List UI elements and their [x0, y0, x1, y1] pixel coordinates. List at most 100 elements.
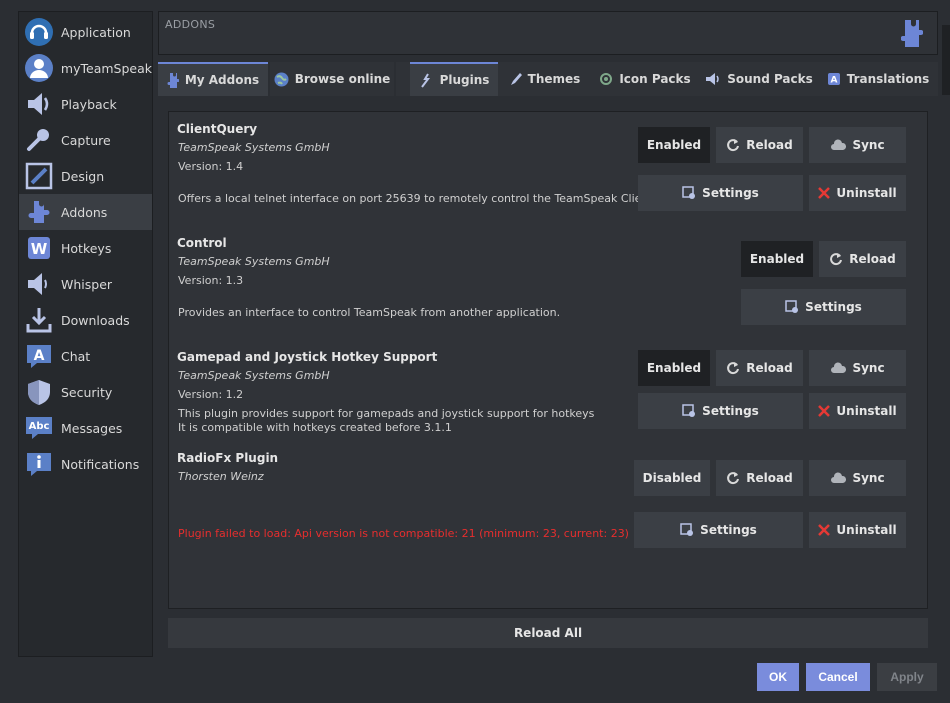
- sidebar-item-label: myTeamSpeak: [60, 60, 152, 76]
- plugin-name: Control: [177, 236, 227, 250]
- cloud-icon: [831, 472, 847, 483]
- sync-button[interactable]: Sync: [809, 350, 906, 386]
- tab-label: My Addons: [184, 73, 260, 87]
- settings-button[interactable]: Settings: [638, 393, 803, 429]
- plugin-icon: [420, 72, 430, 88]
- reload-all-button[interactable]: Reload All: [168, 618, 928, 648]
- close-icon: [818, 405, 831, 417]
- reload-icon: [830, 253, 843, 266]
- sidebar-item-chat[interactable]: A Chat: [19, 338, 152, 374]
- tab-label: Translations: [846, 72, 930, 86]
- icon-pack-icon: [600, 73, 613, 85]
- sidebar: Application myTeamSpeak Playback Capture…: [18, 11, 153, 657]
- uninstall-button[interactable]: Uninstall: [809, 393, 906, 429]
- disabled-toggle[interactable]: Disabled: [634, 460, 710, 496]
- reload-button[interactable]: Reload: [716, 127, 803, 163]
- sidebar-item-addons[interactable]: Addons: [19, 194, 152, 230]
- reload-button[interactable]: Reload: [716, 350, 803, 386]
- sidebar-item-security[interactable]: Security: [19, 374, 152, 410]
- plugin-author: Thorsten Weinz: [178, 470, 264, 483]
- uninstall-button[interactable]: Uninstall: [809, 175, 906, 211]
- plugin-version: Version: 1.2: [178, 388, 244, 401]
- scrollbar[interactable]: [942, 25, 950, 95]
- reload-icon: [727, 472, 740, 485]
- sound-pack-icon: [706, 73, 719, 85]
- reload-button[interactable]: Reload: [716, 460, 803, 496]
- settings-button[interactable]: Settings: [638, 175, 803, 211]
- ok-button[interactable]: OK: [757, 663, 799, 691]
- headset-icon: [21, 14, 57, 50]
- download-icon: [21, 302, 57, 338]
- sidebar-item-label: Addons: [61, 204, 108, 220]
- sidebar-item-label: Capture: [61, 132, 111, 148]
- sync-button[interactable]: Sync: [809, 460, 906, 496]
- sidebar-item-label: Playback: [61, 96, 117, 112]
- plugin-description: This plugin provides support for gamepad…: [178, 407, 595, 420]
- sidebar-item-label: Hotkeys: [61, 240, 112, 256]
- tab-my-addons[interactable]: My Addons: [158, 62, 268, 96]
- plugin-description: Provides an interface to control TeamSpe…: [178, 306, 561, 319]
- page-header: ADDONS: [158, 11, 938, 55]
- puzzle-icon: [21, 194, 57, 230]
- sidebar-item-label: Downloads: [61, 312, 130, 328]
- info-icon: [21, 446, 57, 482]
- settings-button[interactable]: Settings: [741, 289, 906, 325]
- settings-icon: [785, 300, 799, 313]
- shield-icon: [21, 374, 57, 410]
- plugin-name: Gamepad and Joystick Hotkey Support: [177, 350, 438, 364]
- tab-sound-packs[interactable]: Sound Packs: [700, 62, 818, 96]
- sidebar-item-myteamspeak[interactable]: myTeamSpeak: [19, 50, 152, 86]
- plugin-author: TeamSpeak Systems GmbH: [178, 141, 330, 154]
- puzzle-icon: [900, 18, 924, 53]
- tab-label: Sound Packs: [727, 72, 813, 86]
- messages-icon: Abc: [21, 410, 57, 446]
- cloud-icon: [831, 362, 847, 373]
- enabled-toggle[interactable]: Enabled: [638, 127, 710, 163]
- tab-icon-packs[interactable]: Icon Packs: [590, 62, 700, 96]
- plugin-version: Version: 1.3: [178, 274, 244, 287]
- tab-plugins[interactable]: Plugins: [410, 62, 498, 96]
- sync-button[interactable]: Sync: [809, 127, 906, 163]
- apply-button[interactable]: Apply: [877, 663, 937, 691]
- tab-label: Icon Packs: [619, 72, 691, 86]
- tab-label: Plugins: [439, 73, 490, 87]
- sidebar-item-design[interactable]: Design: [19, 158, 152, 194]
- sidebar-item-notifications[interactable]: Notifications: [19, 446, 152, 482]
- svg-text:W: W: [31, 240, 48, 258]
- tab-browse-online[interactable]: Browse online: [270, 62, 394, 96]
- plugin-description: It is compatible with hotkeys created be…: [178, 421, 452, 434]
- sidebar-item-label: Notifications: [61, 456, 140, 472]
- sidebar-item-messages[interactable]: Abc Messages: [19, 410, 152, 446]
- keyboard-icon: W: [21, 230, 57, 266]
- tab-translations[interactable]: A Translations: [818, 62, 938, 96]
- sidebar-item-playback[interactable]: Playback: [19, 86, 152, 122]
- enabled-toggle[interactable]: Enabled: [741, 241, 813, 277]
- uninstall-button[interactable]: Uninstall: [809, 512, 906, 548]
- cloud-icon: [831, 139, 847, 150]
- sidebar-item-label: Application: [61, 24, 131, 40]
- settings-button[interactable]: Settings: [634, 512, 803, 548]
- sidebar-item-hotkeys[interactable]: W Hotkeys: [19, 230, 152, 266]
- sidebar-item-capture[interactable]: Capture: [19, 122, 152, 158]
- settings-icon: [682, 186, 696, 199]
- enabled-toggle[interactable]: Enabled: [638, 350, 710, 386]
- reload-icon: [727, 362, 740, 375]
- sidebar-item-downloads[interactable]: Downloads: [19, 302, 152, 338]
- sidebar-item-label: Messages: [61, 420, 123, 436]
- tab-themes[interactable]: Themes: [498, 62, 590, 96]
- plugin-author: TeamSpeak Systems GmbH: [178, 369, 330, 382]
- user-icon: [21, 50, 57, 86]
- plugin-version: Version: 1.4: [178, 160, 244, 173]
- microphone-icon: [21, 122, 57, 158]
- plugin-name: RadioFx Plugin: [177, 451, 279, 465]
- chat-icon: A: [21, 338, 57, 374]
- tab-label: Themes: [527, 72, 581, 86]
- cancel-button[interactable]: Cancel: [806, 663, 870, 691]
- svg-text:A: A: [34, 348, 45, 364]
- design-icon: [21, 158, 57, 194]
- sidebar-item-application[interactable]: Application: [19, 14, 152, 50]
- plugin-list: ClientQuery TeamSpeak Systems GmbH Versi…: [168, 111, 928, 609]
- reload-button[interactable]: Reload: [819, 241, 906, 277]
- sidebar-item-whisper[interactable]: Whisper: [19, 266, 152, 302]
- settings-icon: [682, 404, 696, 417]
